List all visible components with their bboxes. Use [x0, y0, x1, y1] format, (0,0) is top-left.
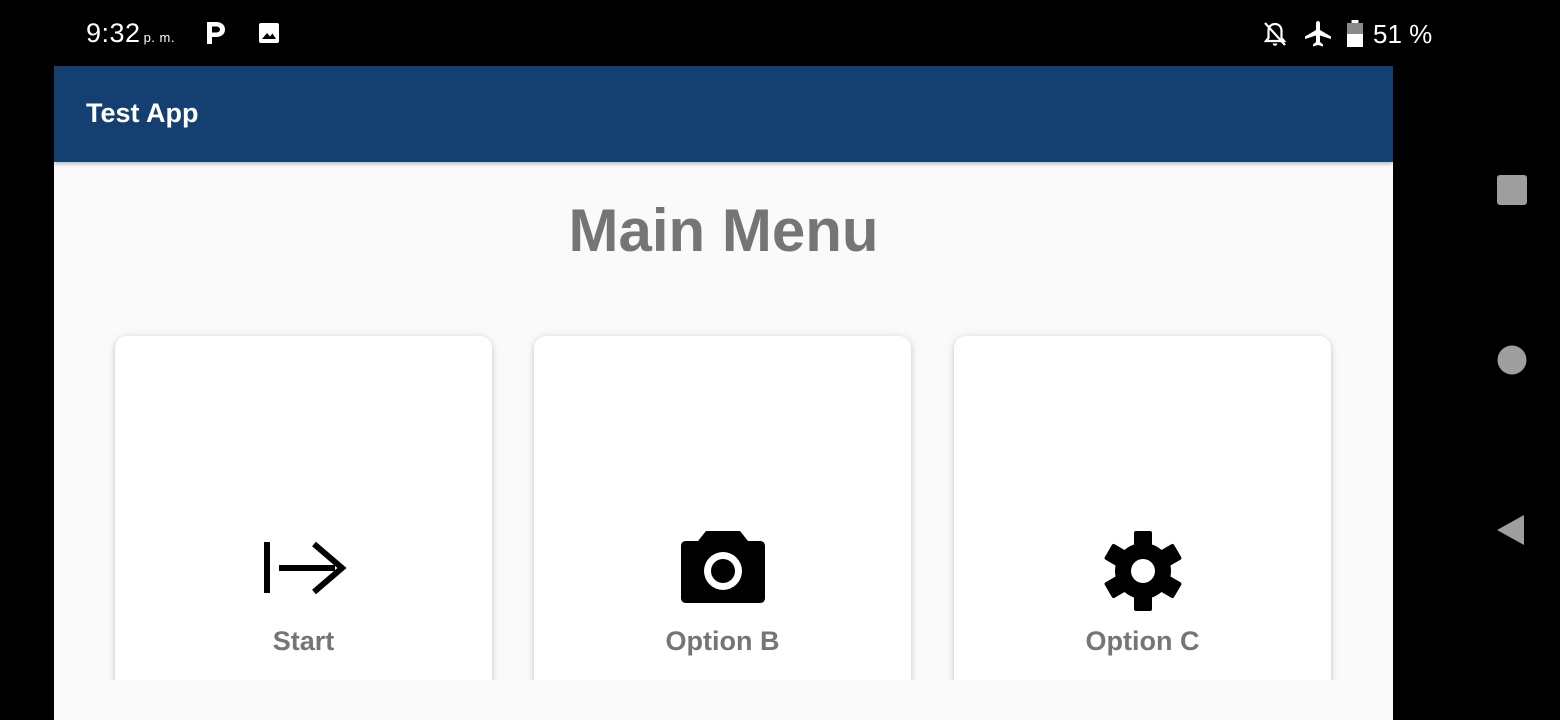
- battery-percentage: 51 %: [1373, 19, 1433, 49]
- start-arrow-icon: [263, 541, 347, 595]
- p-app-icon: [207, 22, 225, 44]
- app-bar: Test App: [54, 66, 1393, 162]
- notifications-off-icon: [1263, 22, 1287, 46]
- status-ampm: p. m.: [143, 30, 175, 45]
- option-b-label: Option B: [665, 626, 780, 656]
- page-title: Main Menu: [568, 197, 879, 264]
- start-label: Start: [272, 626, 335, 656]
- option-c-card[interactable]: Option C: [954, 336, 1331, 680]
- start-card[interactable]: Start: [115, 336, 492, 680]
- camera-icon: [680, 531, 765, 603]
- option-c-label: Option C: [1085, 626, 1200, 656]
- battery-icon: [1347, 20, 1363, 47]
- airplane-mode-icon: [1305, 21, 1331, 47]
- status-bar: 9:32 p. m. 51 %: [0, 0, 1560, 66]
- menu-cards: Start Option B Option C: [94, 316, 1354, 680]
- navigation-bar: [1393, 66, 1560, 720]
- status-time-text: 9:32: [86, 18, 141, 48]
- recent-apps-icon[interactable]: [1496, 174, 1528, 206]
- option-b-card[interactable]: Option B: [534, 336, 911, 680]
- settings-gear-icon: [1104, 531, 1181, 611]
- app-window: Test App Main Menu Start Option B Option…: [54, 66, 1393, 720]
- home-icon[interactable]: [1496, 344, 1528, 376]
- back-icon[interactable]: [1494, 513, 1528, 547]
- status-time: 9:32 p. m.: [86, 18, 175, 49]
- image-icon: [259, 23, 279, 43]
- app-title: Test App: [86, 98, 199, 128]
